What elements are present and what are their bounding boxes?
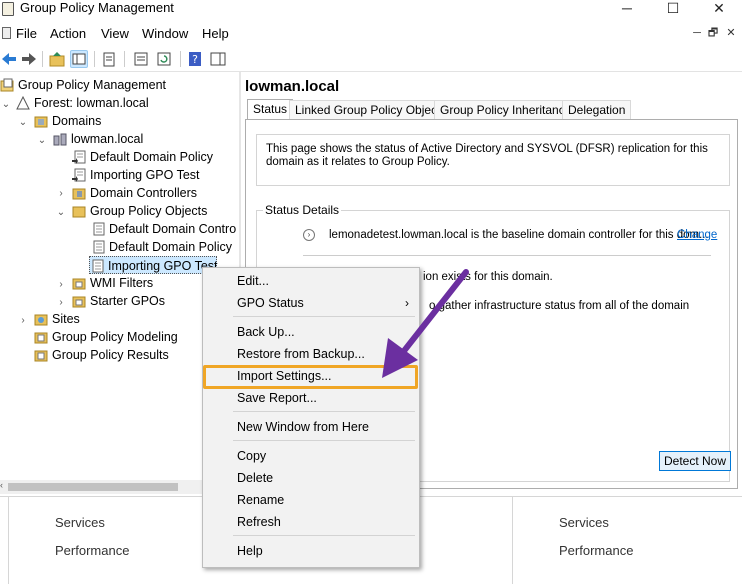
modeling-icon <box>34 330 48 344</box>
menu-window[interactable]: Window <box>142 26 188 41</box>
domains-folder-icon <box>34 114 48 128</box>
mdi-minimize-button[interactable]: ─ <box>690 26 704 40</box>
info-text: This page shows the status of Active Dir… <box>266 143 708 168</box>
gpmc-app-icon <box>2 2 14 16</box>
gpo-scroll-icon <box>91 222 105 236</box>
ou-folder-icon <box>72 186 86 200</box>
background-panel-right: Services Performance <box>512 497 742 584</box>
performance-label: Performance <box>55 543 130 558</box>
export-list-icon[interactable] <box>132 50 150 68</box>
mdi-close-button[interactable]: ✕ <box>724 26 738 40</box>
tab-delegation[interactable]: Delegation <box>562 100 632 119</box>
mdi-restore-button[interactable]: 🗗 <box>706 26 720 40</box>
gpmc-icon <box>0 78 14 92</box>
title-bar: Group Policy Management ─ ☐ ✕ <box>0 0 742 18</box>
properties-icon[interactable] <box>100 50 118 68</box>
expand-chevron-icon[interactable]: › <box>56 189 66 199</box>
wmi-folder-icon <box>72 276 86 290</box>
divider <box>303 255 711 256</box>
tab-gp-inheritance[interactable]: Group Policy Inheritance <box>434 100 578 119</box>
forward-arrow-icon[interactable] <box>20 50 38 68</box>
sites-icon <box>34 312 48 326</box>
starter-gpo-folder-icon <box>72 294 86 308</box>
menu-item-delete[interactable]: Delete <box>203 467 419 489</box>
tab-status[interactable]: Status <box>247 99 294 120</box>
results-icon <box>34 348 48 362</box>
expand-circle-icon[interactable]: › <box>303 229 315 241</box>
expand-chevron-icon[interactable]: › <box>18 316 28 326</box>
back-arrow-icon[interactable] <box>0 50 18 68</box>
change-link[interactable]: Change <box>677 229 717 241</box>
menu-item-refresh[interactable]: Refresh <box>203 511 419 533</box>
menu-item-copy[interactable]: Copy <box>203 445 419 467</box>
domain-icon <box>53 132 67 146</box>
status-details-label: Status Details <box>263 203 342 217</box>
help-icon[interactable]: ? <box>186 50 204 68</box>
scroll-left-arrow-icon[interactable]: ‹ <box>0 480 3 490</box>
gpo-link-icon <box>72 168 86 182</box>
refresh-icon[interactable] <box>155 50 173 68</box>
gpo-scroll-icon <box>90 259 104 273</box>
menu-file[interactable]: File <box>16 26 37 41</box>
maximize-button[interactable]: ☐ <box>650 0 696 18</box>
gpo-link-icon <box>72 150 86 164</box>
menu-view[interactable]: View <box>101 26 129 41</box>
scrollbar-thumb[interactable] <box>8 483 178 491</box>
action-pane-icon[interactable] <box>209 50 227 68</box>
window-title: Group Policy Management <box>20 0 174 15</box>
baseline-dc-text: lemonadetest.lowman.local is the baselin… <box>329 229 709 241</box>
menu-item-help[interactable]: Help <box>203 540 419 562</box>
expand-chevron-icon[interactable]: › <box>56 280 66 290</box>
performance-label: Performance <box>559 543 634 558</box>
menu-item-save-report[interactable]: Save Report... <box>203 387 419 409</box>
minimize-button[interactable]: ─ <box>604 0 650 18</box>
mmc-document-icon[interactable] <box>2 27 11 39</box>
show-hide-tree-icon[interactable] <box>70 50 88 68</box>
detect-now-button[interactable]: Detect Now <box>659 451 731 471</box>
gpo-scroll-icon <box>91 240 105 254</box>
forest-icon <box>16 96 30 110</box>
info-box: This page shows the status of Active Dir… <box>256 134 730 186</box>
menu-bar: File Action View Window Help ─ 🗗 ✕ <box>0 22 742 44</box>
menu-item-gpo-status-label: GPO Status <box>237 296 304 310</box>
page-title: lowman.local <box>245 78 340 95</box>
gpo-folder-icon <box>72 204 86 218</box>
collapse-chevron-icon[interactable]: ⌄ <box>18 118 28 128</box>
up-folder-icon[interactable] <box>48 50 66 68</box>
menu-help[interactable]: Help <box>202 26 229 41</box>
menu-item-new-window[interactable]: New Window from Here <box>203 416 419 438</box>
services-label: Services <box>559 515 609 530</box>
collapse-chevron-icon[interactable]: ⌄ <box>1 100 11 110</box>
menu-item-rename[interactable]: Rename <box>203 489 419 511</box>
services-label: Services <box>55 515 105 530</box>
expand-chevron-icon[interactable]: › <box>56 298 66 308</box>
menu-action[interactable]: Action <box>50 26 86 41</box>
svg-text:?: ? <box>192 53 198 66</box>
annotation-arrow-icon <box>382 269 469 378</box>
collapse-chevron-icon[interactable]: ⌄ <box>56 208 66 218</box>
tree-item-gpo-selected[interactable]: Importing GPO Test <box>89 256 218 274</box>
close-button[interactable]: ✕ <box>696 0 742 18</box>
collapse-chevron-icon[interactable]: ⌄ <box>37 136 47 146</box>
tab-linked-gpos[interactable]: Linked Group Policy Objects <box>289 100 453 119</box>
toolbar: ? <box>0 46 742 72</box>
